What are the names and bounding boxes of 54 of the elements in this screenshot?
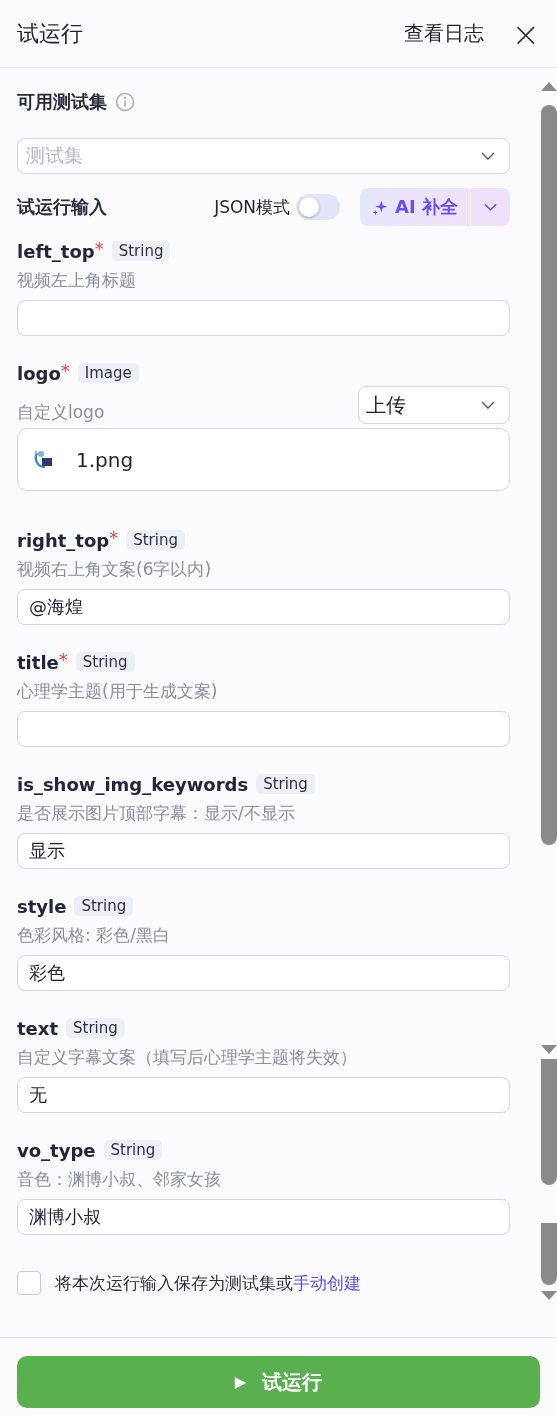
- type-tag: String: [103, 1140, 163, 1160]
- source-select[interactable]: 上传: [358, 386, 510, 424]
- type-tag: Image: [77, 363, 139, 383]
- manual-create-link[interactable]: 手动创建: [293, 1272, 361, 1293]
- chevron-down-icon: [481, 401, 495, 409]
- type-tag: String: [74, 896, 134, 916]
- field-description: 视频左上角标题: [17, 269, 137, 292]
- type-tag: String: [256, 774, 315, 794]
- section-label: 试运行输入: [17, 195, 108, 219]
- text-input[interactable]: @海煌: [17, 589, 510, 625]
- field-name: text: [17, 1017, 59, 1039]
- panel-title: 试运行: [17, 19, 84, 48]
- field-description: 自定义字幕文案（填写后心理学主题将失效）: [17, 1046, 358, 1069]
- ai-complete-button[interactable]: AI 补全: [360, 188, 470, 226]
- field-description: 是否展示图片顶部字幕：显示/不显示: [17, 802, 296, 825]
- text-input[interactable]: [17, 711, 510, 747]
- type-tag: String: [66, 1018, 125, 1038]
- json-mode-label: JSON模式: [214, 195, 291, 219]
- field-name: style: [17, 895, 67, 917]
- sparkle-icon: [372, 198, 390, 216]
- uploaded-file[interactable]: 1.png: [17, 428, 510, 491]
- close-button[interactable]: ×: [511, 16, 540, 51]
- info-icon: [115, 92, 135, 112]
- field-name: vo_type: [17, 1139, 96, 1161]
- field-description: 音色：渊博小叔、邻家女孩: [17, 1168, 222, 1191]
- field-name: logo: [17, 362, 61, 384]
- field-description: 色彩风格: 彩色/黑白: [17, 924, 171, 947]
- chevron-down-icon: [481, 152, 495, 160]
- save-checkbox[interactable]: [17, 1271, 41, 1295]
- required-mark: *: [60, 360, 70, 381]
- text-input[interactable]: 渊博小叔: [17, 1199, 510, 1235]
- json-mode-toggle[interactable]: [296, 194, 341, 220]
- field-name: right_top: [17, 529, 110, 551]
- save-option-text: 将本次运行输入保存为测试集或手动创建: [55, 1271, 361, 1295]
- chevron-down-icon: [484, 203, 497, 211]
- type-tag: String: [126, 530, 185, 550]
- required-mark: *: [94, 238, 104, 259]
- view-log-link[interactable]: 查看日志: [403, 20, 484, 47]
- text-input[interactable]: 显示: [17, 833, 510, 869]
- required-mark: *: [109, 527, 119, 548]
- field-name: title: [17, 651, 59, 673]
- type-tag: String: [75, 652, 135, 672]
- text-input[interactable]: 无: [17, 1077, 510, 1113]
- type-tag: String: [111, 241, 171, 261]
- field-name: left_top: [17, 240, 95, 262]
- field-name: is_show_img_keywords: [17, 773, 249, 795]
- field-description: 自定义logo: [17, 401, 105, 424]
- required-mark: *: [58, 649, 68, 670]
- text-input[interactable]: 彩色: [17, 955, 510, 991]
- field-description: 心理学主题(用于生成文案): [17, 680, 219, 703]
- section-label: 可用测试集: [17, 90, 107, 114]
- text-input[interactable]: [17, 300, 510, 336]
- ai-options-button[interactable]: [470, 188, 510, 226]
- field-description: 视频右上角文案(6字以内): [17, 558, 213, 581]
